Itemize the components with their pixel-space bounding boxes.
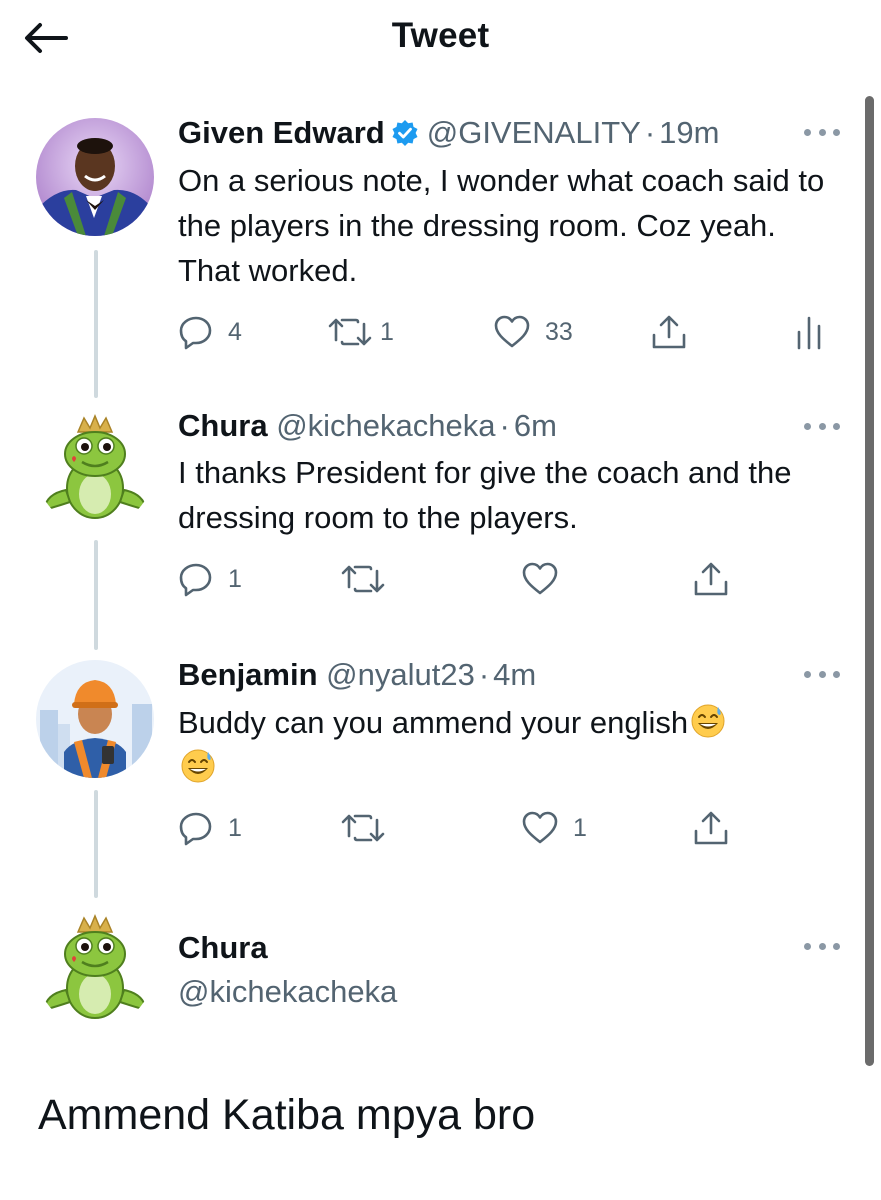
reply-icon xyxy=(179,812,212,846)
like-count: 33 xyxy=(545,317,573,346)
more-icon xyxy=(804,670,811,678)
like-icon xyxy=(494,315,530,348)
user-handle[interactable]: @kichekacheka xyxy=(178,972,397,1012)
like-button[interactable]: 33 xyxy=(493,310,573,354)
display-name[interactable]: Chura xyxy=(178,408,268,443)
tweet-page: Tweet Given Edward @GIVENALITY · 19m On … xyxy=(0,0,881,1200)
sweat-smile-emoji-icon xyxy=(691,704,725,738)
like-count: 1 xyxy=(573,813,587,842)
retweet-button[interactable] xyxy=(341,806,385,850)
user-handle[interactable]: @GIVENALITY xyxy=(427,115,641,150)
more-icon xyxy=(804,128,811,136)
retweet-icon xyxy=(341,814,385,842)
timestamp[interactable]: 6m xyxy=(514,408,557,443)
tweet-header: Chura @kichekacheka · 6m xyxy=(178,406,557,446)
reply-button[interactable]: 4 xyxy=(178,310,242,354)
reply-button[interactable]: 1 xyxy=(178,557,242,601)
reply-icon xyxy=(179,563,212,597)
retweet-icon xyxy=(341,565,385,593)
sweat-smile-emoji-icon xyxy=(181,749,215,783)
thread-line xyxy=(94,790,98,898)
share-icon xyxy=(694,811,728,845)
tweet-text: On a serious note, I wonder what coach s… xyxy=(178,163,825,288)
retweet-button[interactable]: 1 xyxy=(328,310,394,354)
reply-count: 4 xyxy=(228,317,242,346)
like-icon xyxy=(522,811,558,844)
tweet-actions: 1 1 xyxy=(178,806,838,850)
more-options-button[interactable] xyxy=(804,664,840,684)
timestamp[interactable]: 4m xyxy=(493,657,536,692)
analytics-icon xyxy=(797,316,821,350)
reply-button[interactable]: 1 xyxy=(178,806,242,850)
retweet-button[interactable] xyxy=(341,557,385,601)
separator-dot: · xyxy=(644,115,656,150)
retweet-count: 1 xyxy=(380,317,394,346)
share-icon xyxy=(694,562,728,596)
tweet-text-content: Buddy can you ammend your english xyxy=(178,705,689,740)
display-name[interactable]: Chura xyxy=(178,930,268,965)
avatar[interactable] xyxy=(36,910,154,1028)
tweet-header: Chura xyxy=(178,928,268,968)
separator-dot: · xyxy=(499,408,510,443)
timestamp[interactable]: 19m xyxy=(659,115,719,150)
tweet-actions: 1 xyxy=(178,557,838,601)
more-options-button[interactable] xyxy=(804,936,840,956)
more-options-button[interactable] xyxy=(804,122,840,142)
like-button[interactable] xyxy=(521,557,559,601)
user-handle[interactable]: @kichekacheka xyxy=(276,408,495,443)
share-icon xyxy=(652,315,686,349)
share-button[interactable] xyxy=(692,557,730,601)
tweet-actions: 4 1 33 xyxy=(178,310,838,354)
tweet-header: Given Edward @GIVENALITY · 19m xyxy=(178,113,719,153)
top-bar: Tweet xyxy=(0,0,881,80)
retweet-icon xyxy=(328,318,372,346)
more-icon xyxy=(804,942,811,950)
tweet-text: Ammend Katiba mpya bro xyxy=(38,1091,536,1139)
verified-badge-icon xyxy=(392,120,418,146)
more-icon xyxy=(804,422,811,430)
scrollbar[interactable] xyxy=(865,96,874,1066)
separator-dot: · xyxy=(478,657,490,692)
tweet-header: Benjamin @nyalut23 · 4m xyxy=(178,655,536,695)
share-button[interactable] xyxy=(692,806,730,850)
more-options-button[interactable] xyxy=(804,416,840,436)
like-icon xyxy=(522,562,558,595)
reply-icon xyxy=(179,316,212,350)
avatar[interactable] xyxy=(36,118,154,236)
reply-count: 1 xyxy=(228,813,242,842)
analytics-button[interactable] xyxy=(795,310,823,354)
avatar[interactable] xyxy=(36,660,154,778)
tweet-text: Buddy can you ammend your english xyxy=(178,700,838,790)
tweet-text: I thanks President for give the coach an… xyxy=(178,455,792,535)
thread-line xyxy=(94,540,98,650)
user-handle[interactable]: @nyalut23 xyxy=(326,657,475,692)
share-button[interactable] xyxy=(650,310,688,354)
display-name[interactable]: Benjamin xyxy=(178,657,318,692)
thread-line xyxy=(94,250,98,398)
page-title: Tweet xyxy=(391,16,490,55)
like-button[interactable]: 1 xyxy=(521,806,587,850)
reply-count: 1 xyxy=(228,564,242,593)
display-name[interactable]: Given Edward xyxy=(178,115,385,150)
avatar[interactable] xyxy=(36,410,154,528)
